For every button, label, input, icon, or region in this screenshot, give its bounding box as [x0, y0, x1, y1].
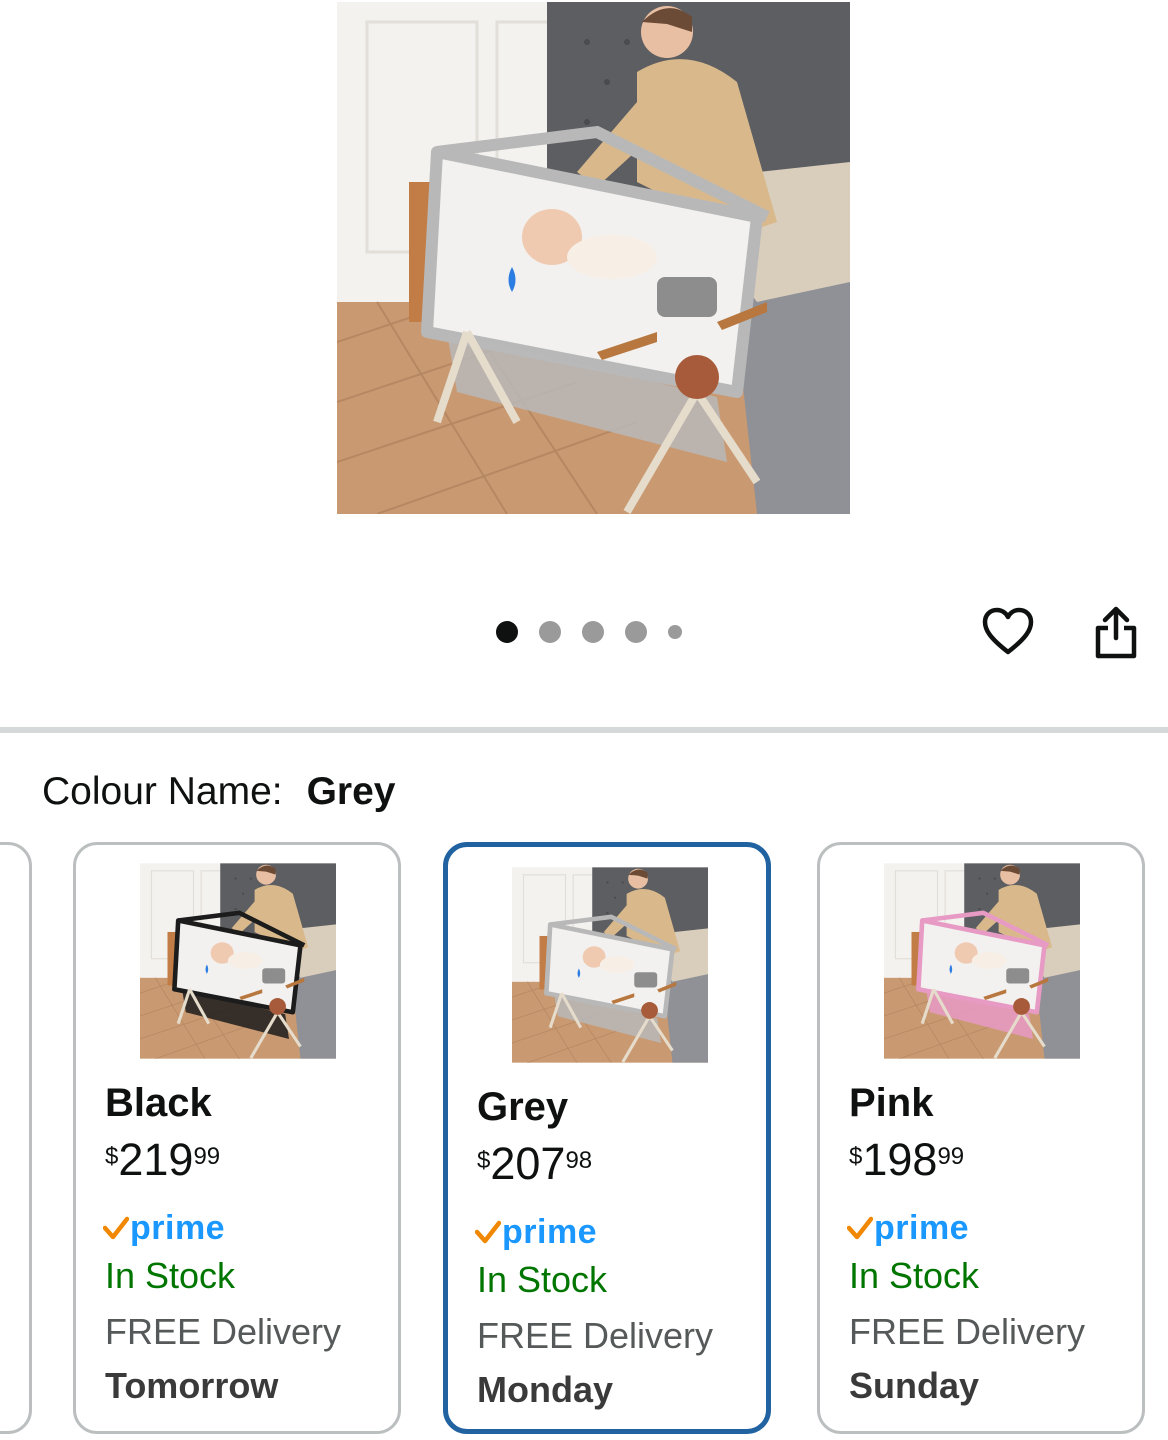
variant-price: $219 99: [105, 1134, 221, 1185]
prime-check-icon: [103, 1216, 129, 1240]
variant-name: Black: [105, 1081, 212, 1125]
prime-badge: prime: [103, 1209, 225, 1247]
variant-thumbnail: [512, 867, 708, 1063]
variant-price: $198 99: [849, 1134, 965, 1185]
delivery-day: Monday: [477, 1369, 614, 1410]
variant-card-pink[interactable]: Pink $198 99 prime In Stock FREE Delivery…: [817, 842, 1145, 1434]
stock-status: In Stock: [849, 1255, 980, 1296]
variant-name: Grey: [477, 1085, 569, 1129]
variant-thumbnail: [884, 863, 1080, 1059]
prime-badge: prime: [847, 1209, 969, 1247]
variant-card-partial[interactable]: [0, 842, 32, 1434]
variant-price: $207 98: [477, 1138, 593, 1189]
colour-name-label: Colour Name:: [42, 770, 283, 813]
stock-status: In Stock: [105, 1255, 236, 1296]
delivery-label: FREE Delivery: [105, 1311, 342, 1352]
delivery-day: Sunday: [849, 1365, 980, 1406]
colour-name-row: Colour Name: Grey: [42, 770, 396, 814]
prime-badge: prime: [475, 1213, 597, 1251]
section-divider: [0, 727, 1168, 733]
image-carousel-indicator[interactable]: [496, 620, 703, 644]
carousel-dot-2[interactable]: [539, 621, 561, 643]
variant-card-black[interactable]: Black $219 99 prime In Stock FREE Deliver…: [73, 842, 401, 1434]
colour-name-value: Grey: [306, 770, 396, 813]
carousel-dot-3[interactable]: [582, 621, 604, 643]
carousel-dot-4[interactable]: [625, 621, 647, 643]
delivery-label: FREE Delivery: [849, 1311, 1086, 1352]
variant-thumbnail: [140, 863, 336, 1059]
heart-icon[interactable]: [980, 604, 1036, 660]
delivery-day: Tomorrow: [105, 1365, 279, 1406]
delivery-label: FREE Delivery: [477, 1315, 714, 1356]
variant-name: Pink: [849, 1081, 934, 1125]
carousel-dot-5[interactable]: [668, 625, 682, 639]
share-icon[interactable]: [1090, 604, 1142, 660]
stock-status: In Stock: [477, 1259, 608, 1300]
carousel-dot-1[interactable]: [496, 621, 518, 643]
prime-check-icon: [847, 1216, 873, 1240]
variant-card-grey[interactable]: Grey $207 98 prime In Stock FREE Delivery…: [443, 842, 771, 1434]
product-main-image[interactable]: [337, 2, 850, 514]
prime-check-icon: [475, 1220, 501, 1244]
